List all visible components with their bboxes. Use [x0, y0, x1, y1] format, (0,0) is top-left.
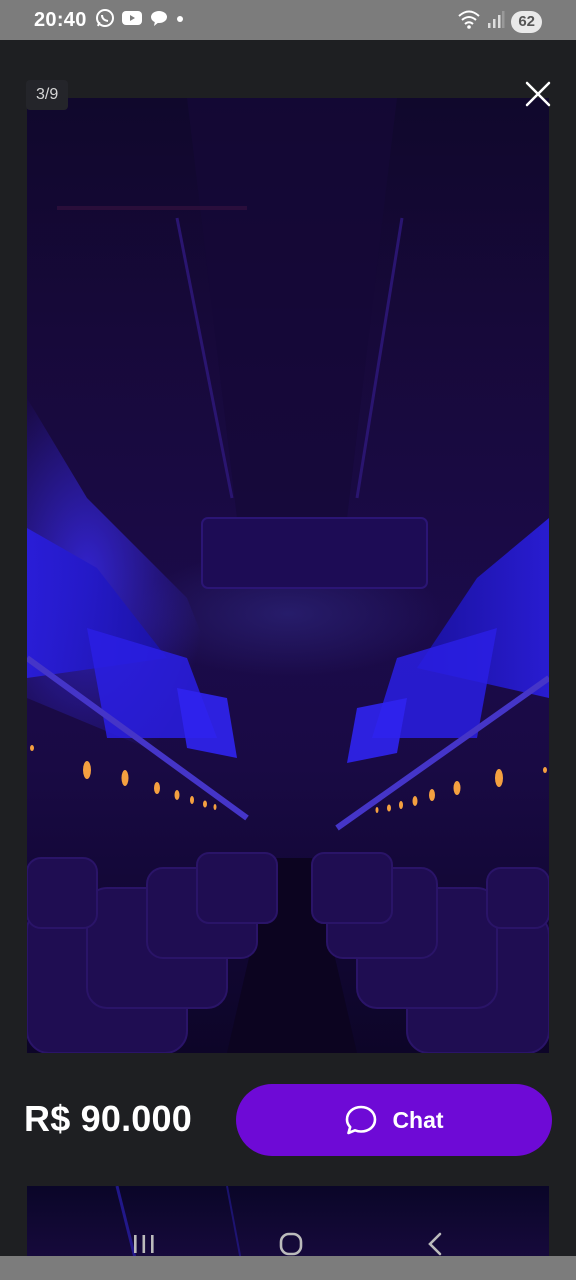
chat-button-label: Chat	[392, 1106, 444, 1133]
chat-bubble-icon	[149, 9, 169, 32]
youtube-icon	[121, 9, 143, 32]
close-button[interactable]	[522, 78, 554, 110]
dot-icon	[175, 11, 185, 29]
whatsapp-icon	[95, 8, 115, 33]
price-row: R$ 90.000 Chat	[0, 1084, 576, 1156]
photo-counter: 3/9	[26, 80, 69, 110]
battery-badge: 62	[511, 10, 542, 33]
listing-price: R$ 90.000	[24, 1098, 192, 1139]
nav-bar-strip	[0, 1256, 576, 1280]
wifi-icon	[457, 8, 481, 35]
system-icons: 62	[457, 8, 542, 35]
chat-bubble-icon	[346, 1105, 377, 1135]
bus-interior-image	[27, 98, 549, 1053]
status-time: 20:40	[34, 8, 87, 31]
signal-icon	[487, 9, 505, 34]
status-bar: 20:40 62	[0, 0, 576, 40]
chat-button[interactable]: Chat	[236, 1084, 552, 1156]
listing-photo[interactable]	[27, 98, 549, 1053]
photo-viewer: 3/9 R$ 90.000 Chat	[0, 40, 576, 1266]
notification-icons	[95, 8, 185, 33]
close-icon	[525, 81, 551, 107]
